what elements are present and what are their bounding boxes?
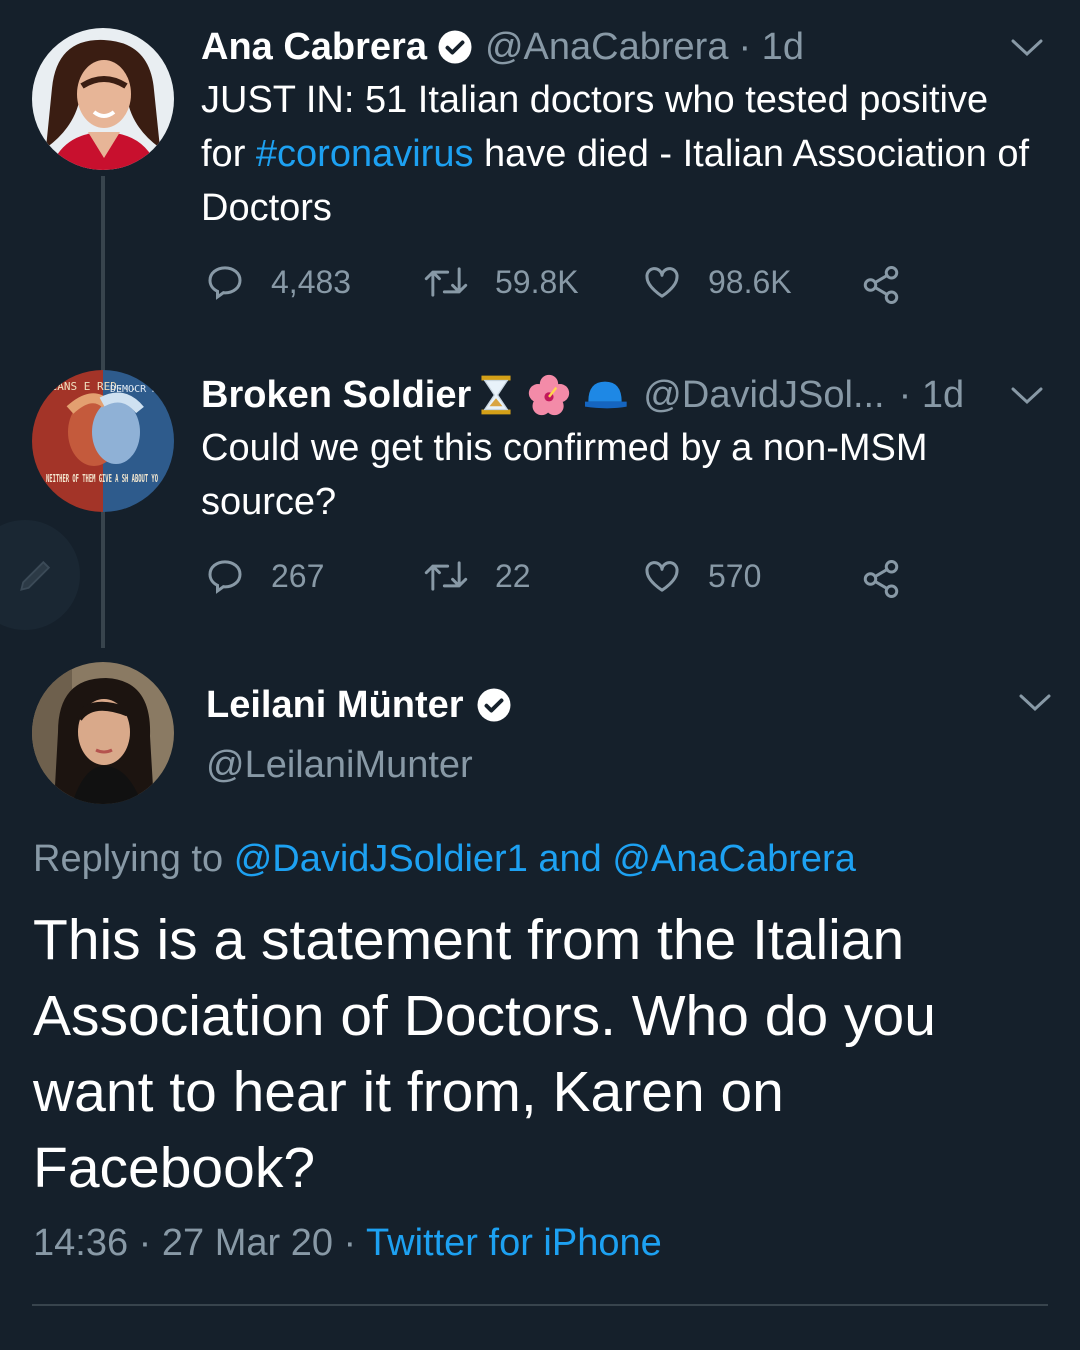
reply-icon	[208, 266, 242, 300]
tweet-header: Broken Soldier @DavidJSol... · 1d	[201, 368, 964, 422]
tweet-text: JUST IN: 51 Italian doctors who tested p…	[201, 79, 1030, 229]
share-button[interactable]	[860, 264, 928, 306]
verified-badge-icon	[476, 687, 512, 723]
reply-icon	[208, 560, 242, 594]
retweet-button[interactable]: 22	[423, 556, 531, 596]
like-count: 98.6K	[708, 263, 792, 300]
compose-button[interactable]	[0, 520, 80, 630]
author-handle[interactable]: @DavidJSol...	[643, 374, 884, 417]
tweet-text: Could we get this confirmed by a non-MSM…	[201, 427, 928, 523]
reply-count: 4,483	[271, 263, 352, 300]
mention-link[interactable]: @AnaCabrera	[612, 838, 855, 880]
avatar-ana-cabrera[interactable]	[32, 28, 174, 170]
hashtag-link[interactable]: #coronavirus	[256, 133, 474, 175]
tweet-header: Ana Cabrera @AnaCabrera · 1d	[201, 20, 804, 74]
replying-label: Replying to	[33, 838, 224, 880]
reply-button[interactable]: 4,483	[205, 262, 351, 302]
hibiscus-icon	[527, 373, 571, 417]
chevron-down-icon[interactable]	[1010, 386, 1044, 411]
like-count: 570	[708, 557, 762, 594]
retweet-count: 59.8K	[495, 263, 579, 300]
retweet-button[interactable]: 59.8K	[423, 262, 579, 302]
chevron-down-icon[interactable]	[1010, 38, 1044, 63]
divider	[32, 1304, 1048, 1306]
cap-icon	[581, 375, 629, 415]
tweet-time: · 1d	[738, 25, 804, 68]
like-button[interactable]: 98.6K	[642, 262, 792, 302]
retweet-icon	[424, 561, 468, 591]
reply-and: and	[538, 838, 602, 880]
author-name[interactable]: Broken Soldier	[201, 374, 471, 417]
author-handle[interactable]: @AnaCabrera	[485, 26, 728, 69]
author-name[interactable]: Ana Cabrera	[201, 26, 427, 69]
reply-count: 267	[271, 557, 325, 594]
share-icon	[863, 266, 899, 304]
avatar-leilani-munter[interactable]	[32, 662, 174, 804]
timestamp: 14:36 · 27 Mar 20 ·	[33, 1222, 357, 1264]
action-bar: 4,483 59.8K 98.6K	[205, 262, 905, 312]
retweet-count: 22	[495, 557, 531, 594]
share-button[interactable]	[860, 558, 928, 600]
source-link[interactable]: Twitter for iPhone	[366, 1222, 662, 1264]
heart-icon	[645, 267, 679, 298]
heart-icon	[645, 561, 679, 592]
like-button[interactable]: 570	[642, 556, 761, 596]
author-info: Leilani Münter	[206, 678, 512, 732]
retweet-icon	[424, 267, 468, 297]
hourglass-icon	[479, 374, 513, 416]
verified-badge-icon	[437, 29, 473, 65]
action-bar: 267 22 570	[205, 556, 905, 606]
author-name[interactable]: Leilani Münter	[206, 684, 464, 727]
main-tweet-text: This is a statement from the Italian Ass…	[33, 908, 936, 1200]
avatar-broken-soldier[interactable]: ICANS E RED... DEMOCR ARE BLUE NEITHER O…	[32, 370, 174, 512]
chevron-down-icon[interactable]	[1018, 693, 1052, 718]
replying-to: Replying to @DavidJSoldier1 and @AnaCabr…	[33, 838, 856, 881]
share-icon	[863, 560, 899, 598]
pencil-icon	[20, 560, 51, 591]
tweet-time: · 1d	[898, 373, 965, 416]
avatar-text-right: DEMOCR ARE BLUE	[110, 384, 174, 395]
author-handle[interactable]: @LeilaniMunter	[206, 744, 473, 787]
reply-button[interactable]: 267	[205, 556, 324, 596]
mention-link[interactable]: @DavidJSoldier1	[234, 838, 528, 880]
tweet-meta: 14:36 · 27 Mar 20 · Twitter for iPhone	[33, 1222, 662, 1265]
avatar-text-bottom: NEITHER OF THEM GIVE A SH ABOUT YO	[46, 472, 158, 485]
